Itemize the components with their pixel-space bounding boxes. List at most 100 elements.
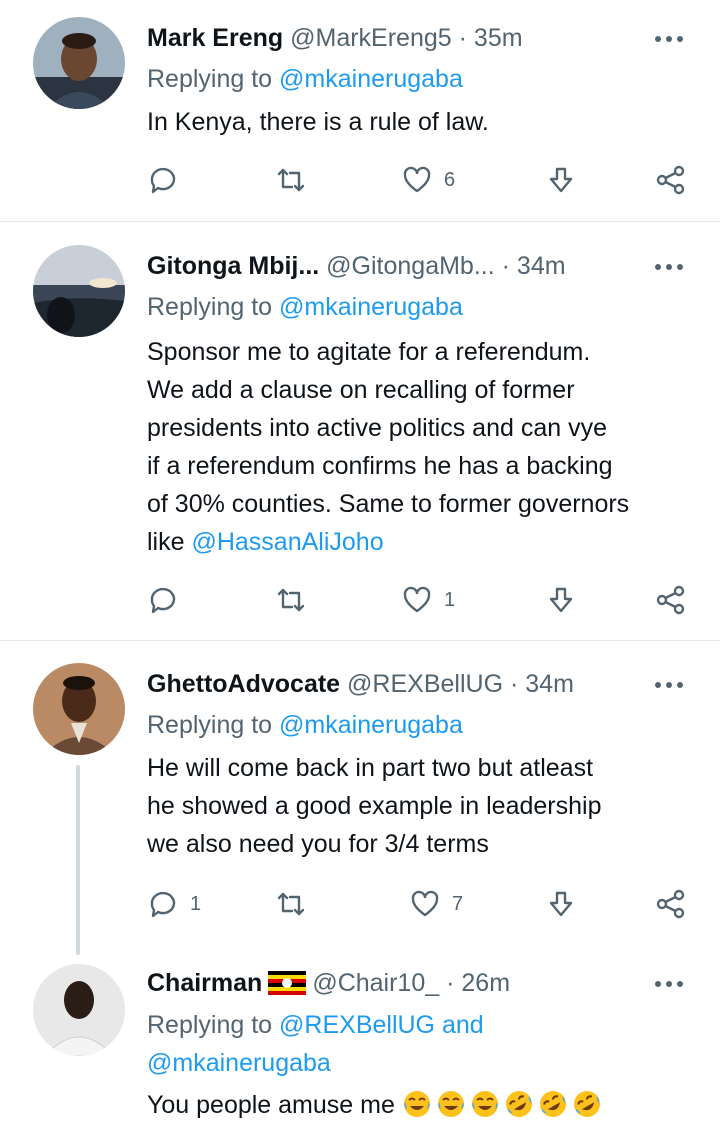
more-options-icon[interactable] [654,680,684,690]
replying-to: Replying to @mkainerugaba [147,706,700,744]
separator: · [458,24,467,52]
share-icon [656,889,685,919]
tweet-actions: 6 [0,160,720,200]
replying-prefix: Replying to [147,711,273,739]
reply-icon [150,587,176,614]
like-button[interactable]: 1 [402,580,455,620]
face-with-tears-of-joy-icon [437,1091,464,1117]
heart-icon [411,890,439,917]
tweet-actions: 1 7 [0,884,720,924]
text-prefix: like [147,528,185,556]
more-options-icon[interactable] [654,34,684,44]
tweet-text: He will come back in part two but atleas… [147,749,707,863]
bookmark-button[interactable] [546,884,576,924]
timestamp[interactable]: 34m [517,252,566,280]
reply-count: 1 [190,892,202,915]
tweet-header: Mark Ereng @MarkEreng5 · 35m [147,18,650,58]
face-with-tears-of-joy-icon [403,1091,430,1117]
mention-link[interactable]: @HassanAliJoho [191,528,383,556]
tweet-text-line: of 30% counties. Same to former governor… [147,490,630,518]
tweet-3[interactable]: GhettoAdvocate @REXBellUG · 34m Replying… [0,641,720,955]
like-button[interactable]: 6 [402,160,455,200]
tweet-header: Gitonga Mbij... @GitongaMb... · 34m [147,246,650,286]
tweet-text-line: Sponsor me to agitate for a referendum. [147,338,591,366]
replying-to: Replying to @REXBellUG and @mkainerugaba [147,1006,700,1082]
avatar-image [33,17,125,109]
handle[interactable]: @GitongaMb... [326,252,495,280]
retweet-button[interactable] [276,884,306,924]
avatar[interactable] [33,245,125,337]
handle[interactable]: @MarkEreng5 [290,24,452,52]
retweet-icon [277,168,305,192]
separator: · [509,670,519,698]
share-button[interactable] [656,160,686,200]
timestamp[interactable]: 35m [474,24,523,52]
bookmark-button[interactable] [546,160,576,200]
retweet-icon [277,892,305,916]
more-options-icon[interactable] [654,979,684,989]
display-name[interactable]: Gitonga Mbij... [147,252,319,280]
mention-link[interactable]: @mkainerugaba [147,1049,331,1077]
heart-icon [403,166,431,193]
timestamp[interactable]: 26m [461,969,510,997]
tweet-text: You people amuse me [147,1086,707,1124]
share-icon [656,585,685,615]
tweet-text-content: You people amuse me [147,1091,395,1119]
share-button[interactable] [656,884,686,924]
reply-button[interactable] [148,580,178,620]
tweet-actions: 1 [0,580,720,620]
share-button[interactable] [656,580,686,620]
mention-link[interactable]: @mkainerugaba [279,711,463,739]
tweet-text-line: In Kenya, there is a rule of law. [147,108,489,136]
retweet-icon [277,588,305,612]
display-name[interactable]: Mark Ereng [147,24,283,52]
tweet-text-line: he showed a good example in leadership [147,792,602,820]
rolling-on-floor-laughing-icon [539,1091,566,1117]
tweet-text-line: He will come back in part two but atleas… [147,754,594,782]
separator: · [501,252,510,280]
rolling-on-floor-laughing-icon [573,1091,600,1117]
reply-button[interactable] [148,160,178,200]
tweet-text-line: if a referendum confirms he has a backin… [147,452,613,480]
bookmark-button[interactable] [546,580,576,620]
download-arrow-icon [549,587,573,613]
reply-button[interactable]: 1 [148,884,201,924]
thread-connector [76,765,80,955]
avatar[interactable] [33,17,125,109]
tweet-text-line: presidents into active politics and can … [147,414,607,442]
heart-icon [403,586,431,613]
tweet-text-line: we also need you for 3/4 terms [147,830,489,858]
tweet-header: Chairman @Chair10_ · 26m [147,963,650,1003]
display-name[interactable]: Chairman [147,969,262,997]
mention-link[interactable]: @mkainerugaba [279,65,463,93]
like-count: 6 [444,168,456,191]
mention-link[interactable]: @REXBellUG and [279,1011,484,1039]
handle[interactable]: @REXBellUG [347,670,503,698]
avatar[interactable] [33,663,125,755]
like-count: 7 [452,892,464,915]
tweet-2[interactable]: Gitonga Mbij... @GitongaMb... · 34m Repl… [0,222,720,640]
download-arrow-icon [549,891,573,917]
tweet-text-line: We add a clause on recalling of former [147,376,575,404]
retweet-button[interactable] [276,580,306,620]
tweet-text: In Kenya, there is a rule of law. [147,103,707,141]
tweet-text-line: like @HassanAliJoho [147,523,707,561]
display-name[interactable]: GhettoAdvocate [147,670,340,698]
avatar[interactable] [33,964,125,1056]
replying-to: Replying to @mkainerugaba [147,288,700,326]
avatar-image [33,245,125,337]
more-options-icon[interactable] [654,262,684,272]
separator: · [446,969,455,997]
tweet-1[interactable]: Mark Ereng @MarkEreng5 · 35m Replying to… [0,0,720,221]
like-button[interactable]: 7 [410,884,463,924]
timestamp[interactable]: 34m [525,670,574,698]
handle[interactable]: @Chair10_ [312,969,439,997]
reply-icon [150,891,176,918]
retweet-button[interactable] [276,160,306,200]
tweet-header: GhettoAdvocate @REXBellUG · 34m [147,664,650,704]
tweet-4[interactable]: Chairman @Chair10_ · 26m Replying to @RE… [0,941,720,1148]
tweet-text: Sponsor me to agitate for a referendum. … [147,333,707,561]
replying-to: Replying to @mkainerugaba [147,60,700,98]
mention-link[interactable]: @mkainerugaba [279,293,463,321]
like-count: 1 [444,588,456,611]
